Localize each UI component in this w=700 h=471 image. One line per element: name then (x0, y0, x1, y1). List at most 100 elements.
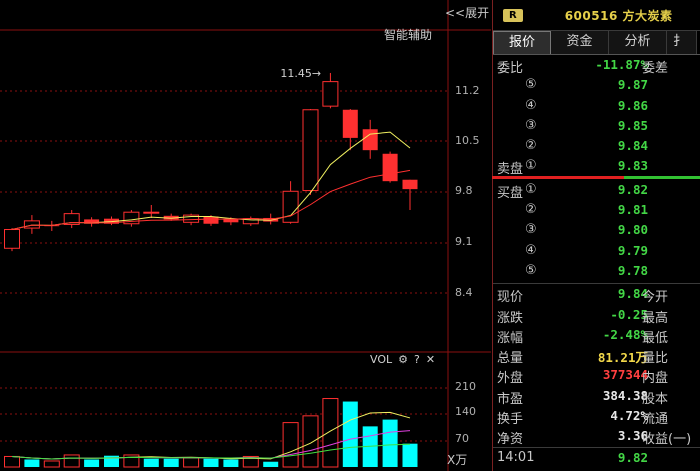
volume-bar (302, 415, 319, 468)
stock-badge: R (503, 8, 523, 22)
level-number: ④ (525, 97, 537, 113)
candle-body (23, 220, 40, 229)
tab-more[interactable]: 扌 (667, 31, 697, 54)
help-icon[interactable]: ? (414, 353, 420, 366)
stat-label: 换手 (497, 412, 524, 428)
sell-level-row[interactable]: ④ 9.86 (493, 96, 700, 116)
candle-body (282, 190, 299, 223)
level-price: 9.83 (617, 158, 648, 174)
volume-bar (163, 458, 179, 467)
stat-label-right: 内盘 (642, 371, 669, 387)
price-axis-tick: 10.5 (455, 134, 480, 147)
stat-label: 市盈 (497, 391, 524, 407)
buy-level-row[interactable]: ③ 9.80 (493, 220, 700, 240)
volume-unit-label: X万 (447, 453, 468, 467)
stat-row[interactable]: 净资 3.36 收益(一) (493, 426, 700, 448)
volume-bar (282, 422, 299, 468)
quote-panel: R 600516 方大炭素 报价 资金 分析 扌 委比 -11.87% 委差 ⑤… (492, 0, 700, 471)
gear-icon[interactable]: ⚙ (398, 353, 408, 366)
tick-price: 9.82 (617, 449, 648, 465)
sell-level-row[interactable]: ② 9.84 (493, 136, 700, 156)
stat-label-right: 量比 (642, 351, 669, 367)
tick-row[interactable]: 14:01 9.82 (493, 448, 700, 468)
sell-level-row[interactable]: ⑤ 9.87 (493, 75, 700, 95)
stat-label-right: 最高 (642, 310, 669, 326)
volume-bar (143, 458, 159, 467)
quote-tabs: 报价 资金 分析 扌 (493, 31, 700, 55)
stat-row[interactable]: 涨跌 -0.25 最高 (493, 305, 700, 326)
price-axis-tick: 8.4 (455, 286, 473, 299)
tab-quote[interactable]: 报价 (493, 31, 551, 54)
kline-chart-canvas[interactable]: 11.45→ (0, 0, 491, 471)
volume-axis-tick: 210 (455, 380, 476, 393)
volume-label: VOL (370, 353, 393, 366)
close-icon[interactable]: ✕ (426, 353, 435, 366)
level-number: ⑤ (525, 262, 537, 278)
stat-row[interactable]: 市盈 384.38 股本 (493, 386, 700, 407)
volume-bar (24, 459, 40, 467)
candle-body (302, 109, 319, 192)
volume-bar (63, 454, 80, 468)
candle-body (322, 81, 339, 107)
stat-label-right: 今开 (642, 290, 669, 306)
stat-row[interactable]: 外盘 377344 内盘 (493, 365, 700, 387)
stat-label: 净资 (497, 432, 524, 448)
bid-ask-divider (492, 176, 700, 179)
stat-label-right: 最低 (642, 330, 669, 346)
volume-bar (402, 443, 418, 467)
stat-row[interactable]: 换手 4.72% 流通 (493, 406, 700, 428)
volume-bar (263, 461, 279, 467)
tab-funds[interactable]: 资金 (551, 31, 609, 54)
volume-bar (43, 460, 60, 468)
price-axis-tick: 11.2 (455, 84, 480, 97)
stat-label: 涨幅 (497, 330, 524, 346)
volume-bar (322, 398, 339, 468)
stat-label: 总量 (497, 351, 524, 367)
tab-analysis[interactable]: 分析 (609, 31, 667, 54)
sell-level-row[interactable]: ③ 9.85 (493, 116, 700, 136)
buy-level-row[interactable]: ④ 9.79 (493, 241, 700, 261)
volume-axis-tick: 140 (455, 405, 476, 418)
kline-chart-area[interactable]: 11.45→ <<展开 智能辅助 11.2 10.5 9.8 9.1 8.4 V… (0, 0, 491, 471)
smart-assist-label[interactable]: 智能辅助 (384, 26, 432, 43)
stat-label: 外盘 (497, 371, 524, 387)
expand-button[interactable]: <<展开 (445, 4, 489, 21)
volume-axis-tick: 70 (455, 432, 469, 445)
stat-label: 现价 (497, 290, 524, 306)
candle-body (143, 211, 160, 214)
volume-bar (223, 459, 239, 467)
buy-level-row[interactable]: ⑤ 9.78 (493, 261, 700, 281)
volume-bar (203, 458, 219, 467)
stat-row[interactable]: 现价 9.84 今开 (493, 284, 700, 306)
level-number: ① (525, 158, 537, 174)
level-number: ⑤ (525, 77, 537, 93)
ratio-value: -11.87% (595, 57, 648, 72)
level-price: 9.78 (617, 262, 648, 278)
volume-bar (4, 455, 20, 468)
stat-value: 81.21万 (597, 350, 648, 366)
stat-label-right: 流通 (642, 412, 669, 428)
level-price: 9.84 (617, 138, 648, 154)
tick-time: 14:01 (497, 449, 535, 465)
level-price: 9.81 (617, 202, 648, 218)
stock-code-name: 600516 方大炭素 (564, 8, 673, 23)
candle-body (402, 179, 418, 190)
sell-level-row[interactable]: 卖盘 ① 9.83 (493, 156, 700, 177)
level-number: ① (525, 181, 537, 197)
stat-label: 涨跌 (497, 310, 524, 326)
stock-header: R 600516 方大炭素 (493, 0, 700, 31)
stat-row[interactable]: 总量 81.21万 量比 (493, 345, 700, 367)
candle-body (382, 153, 398, 182)
level-number: ③ (525, 222, 537, 238)
stat-label-right: 股本 (642, 391, 669, 407)
buy-level-row[interactable]: ② 9.81 (493, 200, 700, 220)
price-axis-tick: 9.1 (455, 235, 473, 248)
buy-level-row[interactable]: 买盘 ① 9.82 (493, 180, 700, 201)
stat-row[interactable]: 涨幅 -2.48% 最低 (493, 325, 700, 346)
volume-bar (183, 457, 200, 468)
level-number: ② (525, 202, 537, 218)
candle-body (362, 129, 378, 151)
price-axis-tick: 9.8 (455, 184, 473, 197)
level-number: ④ (525, 242, 537, 258)
high-price-annotation: 11.45→ (280, 67, 321, 80)
